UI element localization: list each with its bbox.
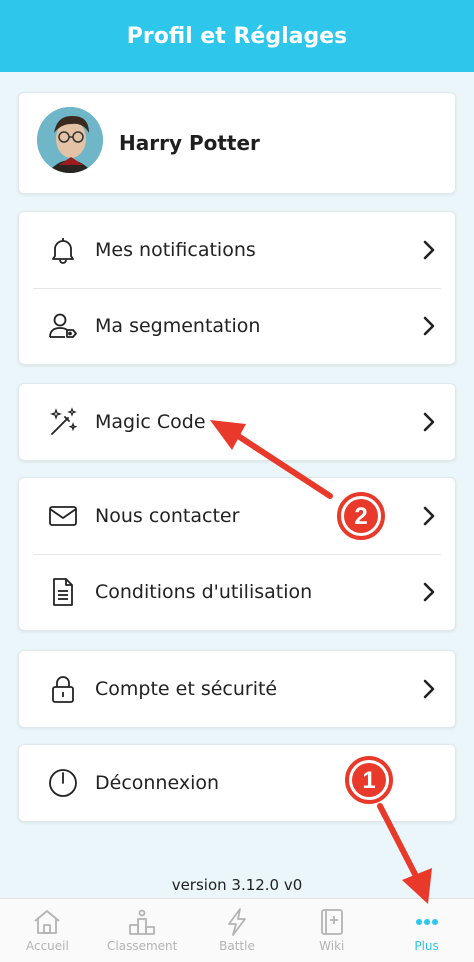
podium-icon (129, 909, 156, 935)
chevron-right-icon (423, 506, 435, 526)
lock-icon (52, 676, 74, 703)
magic-wand-icon (50, 407, 78, 435)
tab-wiki[interactable]: Wiki (284, 899, 379, 962)
settings-group-5: Déconnexion (18, 744, 456, 822)
menu-item-label: Compte et sécurité (95, 678, 278, 700)
settings-group-2: Magic Code (18, 383, 456, 461)
chevron-right-icon (423, 679, 435, 699)
chevron-right-icon (423, 412, 435, 432)
tab-label: Battle (219, 939, 255, 953)
tab-label: Accueil (25, 939, 69, 953)
profile-card[interactable]: Harry Potter (18, 92, 456, 194)
menu-item-notifications[interactable]: Mes notifications (19, 212, 455, 288)
chevron-right-icon (423, 582, 435, 602)
menu-item-label: Mes notifications (95, 239, 256, 261)
bottom-tab-bar: Accueil Classement Battle Wiki Plus (0, 898, 474, 962)
avatar (37, 107, 103, 173)
book-icon (320, 909, 343, 935)
menu-item-label: Déconnexion (95, 772, 220, 794)
menu-item-terms[interactable]: Conditions d'utilisation (19, 554, 455, 630)
more-dots-icon (415, 919, 438, 925)
settings-group-4: Compte et sécurité (18, 650, 456, 728)
app-header: Profil et Réglages (0, 0, 474, 72)
tab-battle[interactable]: Battle (190, 899, 285, 962)
profile-name: Harry Potter (119, 131, 260, 155)
tab-label: Wiki (319, 939, 345, 953)
document-icon (53, 578, 73, 606)
envelope-icon (49, 506, 77, 526)
chevron-right-icon (423, 240, 435, 260)
tab-plus[interactable]: Plus (379, 899, 474, 962)
settings-group-3: Nous contacter Conditions d'utilisation (18, 477, 456, 631)
tab-accueil[interactable]: Accueil (0, 899, 95, 962)
menu-item-label: Nous contacter (95, 505, 240, 527)
user-tag-icon (49, 313, 77, 338)
menu-item-contact[interactable]: Nous contacter (19, 478, 455, 554)
power-icon (49, 769, 77, 797)
settings-group-1: Mes notifications Ma segmentation (18, 211, 456, 365)
app-version: version 3.12.0 v0 (171, 876, 303, 894)
menu-item-label: Ma segmentation (95, 315, 261, 337)
menu-item-label: Magic Code (95, 411, 206, 433)
lightning-icon (228, 908, 246, 936)
home-icon (34, 910, 60, 934)
menu-item-logout[interactable]: Déconnexion (19, 745, 455, 821)
tab-label: Plus (414, 939, 439, 953)
menu-item-account-security[interactable]: Compte et sécurité (19, 651, 455, 727)
tab-label: Classement (107, 939, 178, 953)
menu-item-segmentation[interactable]: Ma segmentation (19, 288, 455, 364)
tab-classement[interactable]: Classement (95, 899, 190, 962)
bell-icon (52, 238, 74, 264)
page-title: Profil et Réglages (126, 23, 348, 49)
chevron-right-icon (423, 316, 435, 336)
menu-item-magic-code[interactable]: Magic Code (19, 384, 455, 460)
menu-item-label: Conditions d'utilisation (95, 581, 313, 603)
